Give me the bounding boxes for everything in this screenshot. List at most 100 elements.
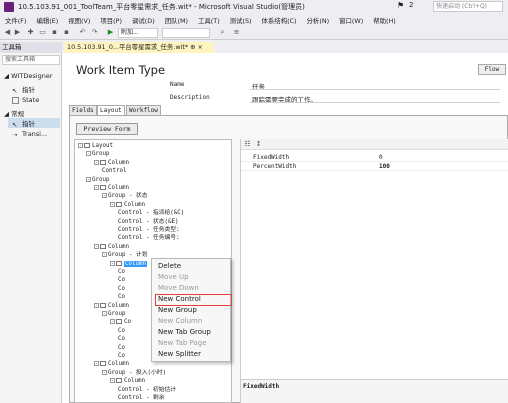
collapse-icon[interactable]: - [94, 302, 99, 308]
tab-layout[interactable]: Layout [97, 105, 125, 115]
tree-node[interactable]: - Co [110, 319, 131, 326]
collapse-icon[interactable]: - [110, 319, 115, 325]
collapse-icon[interactable]: - [86, 151, 91, 157]
tree-node[interactable]: Control - 任务类型: [118, 227, 180, 234]
tree-node[interactable]: Control - 状态(&E) [118, 219, 178, 226]
context-menu-item[interactable]: Delete [158, 262, 181, 270]
tree-node[interactable]: - Column [110, 201, 145, 209]
tree-node[interactable]: - Group - 状态 [102, 193, 148, 200]
tree-node[interactable]: Control - 初始估计 [118, 387, 176, 394]
property-row[interactable]: FixedWidth 0 [241, 153, 508, 162]
save-icon[interactable]: ▪ [50, 28, 59, 37]
open-icon[interactable]: ▭ [38, 28, 47, 37]
preview-form-button[interactable]: Preview Form [76, 123, 138, 135]
collapse-icon[interactable]: - [102, 252, 107, 258]
tree-node[interactable]: Co [118, 353, 125, 360]
menu-item[interactable]: 体系结构(C) [262, 16, 297, 25]
tree-node[interactable]: Control - 指派给(&C) [118, 210, 184, 217]
tree-node[interactable]: Co [118, 328, 125, 335]
tree-node[interactable]: Control [102, 168, 126, 175]
collapse-icon[interactable]: - [102, 193, 107, 199]
menu-item[interactable]: 调试(D) [132, 16, 155, 25]
tree-node[interactable]: Co [118, 336, 125, 343]
menu-item[interactable]: 视图(V) [68, 16, 90, 25]
tree-node[interactable]: - Group [86, 176, 109, 184]
attach-combo[interactable]: 附加... [118, 28, 158, 38]
back-icon[interactable]: ◀ [3, 28, 12, 37]
tree-node[interactable]: Control - 剩余 [118, 395, 165, 402]
tree-node[interactable]: - Group - 投入(小时) [102, 369, 166, 377]
collapse-icon[interactable]: - [94, 159, 99, 165]
menu-item[interactable]: 文件(F) [5, 16, 26, 25]
collapse-icon[interactable]: - [94, 361, 99, 367]
menu-item[interactable]: 团队(M) [165, 16, 188, 25]
quick-launch-input[interactable]: 快速启动 (Ctrl+Q) [433, 1, 503, 12]
property-value[interactable]: 0 [379, 153, 383, 162]
comment-icon[interactable]: ≡ [232, 28, 241, 37]
tree-node[interactable]: - Column [94, 185, 129, 192]
property-row[interactable]: PercentWidth 100 [241, 162, 508, 171]
tree-node[interactable]: - Column [110, 378, 145, 385]
menu-item[interactable]: 工具(T) [198, 16, 220, 25]
start-icon[interactable]: ▶ [106, 28, 115, 37]
tree-node[interactable]: - Column [94, 302, 129, 310]
tree-node[interactable]: - Group [86, 151, 109, 158]
context-menu-item[interactable]: New Splitter [158, 350, 201, 358]
document-tab[interactable]: 10.5.103.91_0...平台零星需求_任务.wit* ⊕ × [64, 42, 214, 53]
tree-node[interactable]: Control - 任务编号: [118, 235, 180, 242]
context-menu-item[interactable]: Move Up [158, 273, 189, 281]
tree-node[interactable]: - Column [94, 243, 129, 251]
property-value[interactable]: 100 [379, 162, 390, 171]
toolbox-item-pointer[interactable]: ↖ 指针 [12, 84, 35, 95]
context-menu-item[interactable]: New Control [158, 295, 201, 303]
config-combo[interactable] [162, 28, 210, 38]
tree-node[interactable]: - Column [110, 260, 147, 268]
collapse-icon[interactable]: - [110, 201, 115, 207]
menu-item[interactable]: 测试(S) [230, 16, 252, 25]
alphabetical-icon[interactable]: ↕ [254, 140, 263, 149]
collapse-icon[interactable]: - [94, 243, 99, 249]
flow-button[interactable]: Flow [478, 64, 506, 75]
collapse-icon[interactable]: - [110, 378, 115, 384]
tab-workflow[interactable]: Workflow [126, 105, 161, 115]
save-all-icon[interactable]: ▪ [62, 28, 71, 37]
menu-item[interactable]: 项目(P) [100, 16, 122, 25]
tree-node[interactable]: - Column [94, 361, 129, 368]
toolbox-search-input[interactable]: 搜索工具箱 [2, 55, 60, 65]
undo-icon[interactable]: ↶ [78, 28, 87, 37]
tree-node[interactable]: - Column [94, 159, 129, 167]
tree-node[interactable]: - Group - 计划 [102, 252, 148, 259]
toolbox-item-state[interactable]: State [12, 96, 39, 104]
context-menu-item[interactable]: New Tab Page [158, 339, 207, 347]
collapse-icon[interactable]: - [78, 143, 83, 148]
redo-icon[interactable]: ↷ [90, 28, 99, 37]
context-menu-item[interactable]: New Column [158, 317, 202, 325]
categorized-icon[interactable]: ☷ [243, 140, 252, 149]
collapse-icon[interactable]: - [102, 311, 107, 316]
context-menu-item[interactable]: New Tab Group [158, 328, 211, 336]
collapse-icon[interactable]: - [86, 176, 91, 182]
tree-node[interactable]: Co [118, 277, 125, 284]
tree-node[interactable]: - Group [102, 311, 125, 318]
context-menu-item[interactable]: Move Down [158, 284, 199, 292]
new-project-icon[interactable]: ✚ [26, 28, 35, 37]
tree-node[interactable]: Co [118, 269, 125, 276]
collapse-icon[interactable]: - [94, 185, 99, 190]
tree-node[interactable]: Co [118, 294, 125, 301]
toolbox-group-general[interactable]: ◢ 常规 [4, 108, 24, 118]
forward-icon[interactable]: ▶ [13, 28, 22, 37]
context-menu-item[interactable]: New Group [158, 306, 197, 314]
tree-node[interactable]: Co [118, 345, 125, 352]
tree-node[interactable]: - Layout [78, 143, 113, 150]
menu-item[interactable]: 窗口(W) [339, 16, 363, 25]
find-icon[interactable]: ⌕ [218, 28, 227, 37]
tree-node[interactable]: Co [118, 286, 125, 293]
toolbox-item-pointer-general[interactable]: ↖ 指针 [8, 118, 60, 129]
collapse-icon[interactable]: - [102, 369, 107, 375]
tab-fields[interactable]: Fields [69, 105, 97, 115]
collapse-icon[interactable]: - [110, 260, 115, 266]
notification-flag-icon[interactable]: ⚑ [397, 1, 404, 10]
menu-item[interactable]: 编辑(E) [36, 16, 58, 25]
menu-item[interactable]: 分析(N) [307, 16, 330, 25]
menu-item[interactable]: 帮助(H) [373, 16, 396, 25]
